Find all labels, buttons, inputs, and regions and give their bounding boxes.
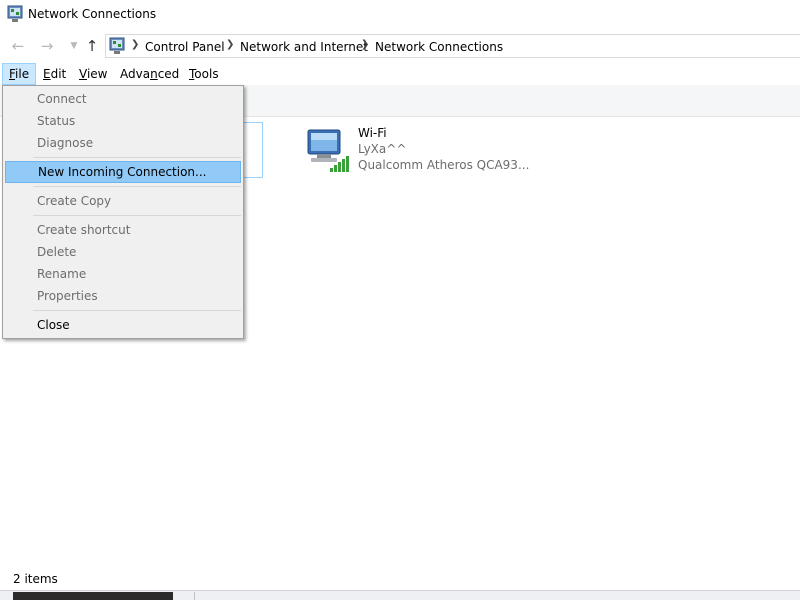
- menu-item-status[interactable]: Status: [5, 110, 241, 132]
- arrow-right-icon[interactable]: →: [37, 36, 57, 56]
- arrow-up-icon[interactable]: ↑: [82, 36, 102, 56]
- menu-view-accel: V: [79, 67, 87, 81]
- wifi-connection-name[interactable]: Wi-Fi: [358, 126, 387, 140]
- menu-separator: [33, 215, 241, 216]
- menu-advanced-label: ced: [157, 67, 180, 81]
- breadcrumb-control-panel[interactable]: Control Panel: [145, 40, 225, 54]
- wifi-adapter-icon[interactable]: [303, 124, 353, 174]
- chevron-right-icon[interactable]: ❯: [361, 39, 369, 50]
- menu-separator: [33, 186, 241, 187]
- menu-view[interactable]: View: [73, 63, 113, 85]
- menu-separator: [33, 157, 241, 158]
- menu-view-label: iew: [86, 67, 108, 81]
- menu-item-create-copy[interactable]: Create Copy: [5, 190, 241, 212]
- wifi-ssid: LyXa^^: [358, 142, 407, 156]
- menu-item-new-incoming-connection[interactable]: New Incoming Connection...: [5, 161, 241, 183]
- breadcrumb-network-and-internet[interactable]: Network and Internet: [240, 40, 368, 54]
- menu-file[interactable]: File: [2, 63, 37, 85]
- network-connections-icon: [7, 5, 23, 22]
- title-bar: Network Connections: [0, 0, 800, 30]
- menu-edit[interactable]: Edit: [37, 63, 72, 85]
- status-bar: 2 items: [0, 568, 800, 590]
- menu-item-connect[interactable]: Connect: [5, 88, 241, 110]
- chevron-down-icon[interactable]: ▼: [64, 36, 84, 56]
- menu-separator: [33, 310, 241, 311]
- menu-item-close[interactable]: Close: [5, 314, 241, 336]
- menu-edit-accel: E: [43, 67, 51, 81]
- menu-tools[interactable]: Tools: [183, 63, 225, 85]
- chevron-right-icon[interactable]: ❯: [226, 39, 234, 50]
- file-menu-dropdown: Connect Status Diagnose New Incoming Con…: [2, 85, 244, 339]
- taskbar-segment: [13, 592, 173, 600]
- item-count: 2 items: [13, 572, 58, 586]
- menu-item-create-shortcut[interactable]: Create shortcut: [5, 219, 241, 241]
- chevron-right-icon[interactable]: ❯: [131, 39, 139, 50]
- menu-file-label: ile: [15, 67, 30, 81]
- menu-advanced[interactable]: Advanced: [114, 63, 185, 85]
- breadcrumb-network-connections[interactable]: Network Connections: [375, 40, 503, 54]
- menu-item-properties[interactable]: Properties: [5, 285, 241, 307]
- menu-edit-label: dit: [50, 67, 67, 81]
- menu-item-delete[interactable]: Delete: [5, 241, 241, 263]
- menu-advanced-accel: n: [150, 67, 158, 81]
- arrow-left-icon[interactable]: ←: [8, 36, 28, 56]
- wifi-adapter-name: Qualcomm Atheros QCA93...: [358, 158, 530, 172]
- menu-tools-label: ools: [194, 67, 219, 81]
- menu-item-rename[interactable]: Rename: [5, 263, 241, 285]
- menu-advanced-pre: Adva: [120, 67, 151, 81]
- network-connections-window: Network Connections ← → ▼ ↑ ❯ Control Pa…: [0, 0, 800, 600]
- address-bar[interactable]: ❯ Control Panel ❯ Network and Internet ❯…: [105, 34, 800, 58]
- navigation-bar: ← → ▼ ↑ ❯ Control Panel ❯ Network and In…: [0, 32, 800, 60]
- network-connections-icon: [109, 37, 125, 54]
- taskbar-divider: [194, 592, 195, 600]
- menu-bar: File Edit View Advanced Tools: [0, 63, 800, 85]
- window-title: Network Connections: [28, 7, 157, 21]
- menu-item-diagnose[interactable]: Diagnose: [5, 132, 241, 154]
